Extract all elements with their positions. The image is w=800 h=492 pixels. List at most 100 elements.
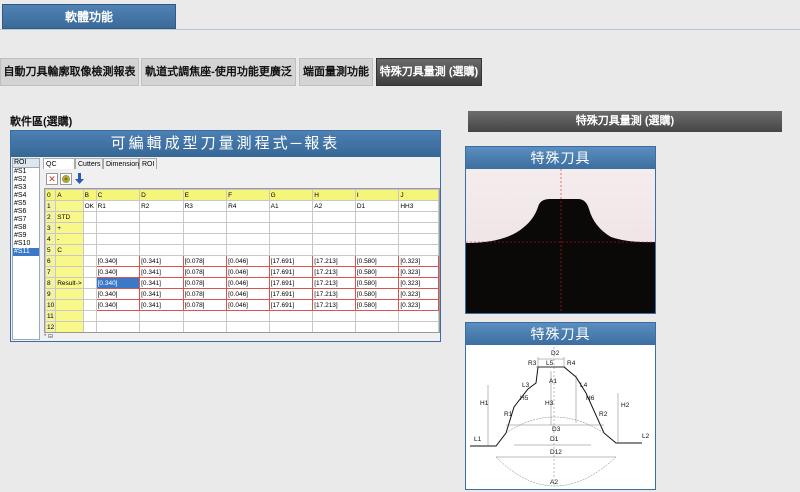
- table-cell[interactable]: STD: [55, 211, 84, 223]
- table-cell[interactable]: [354, 222, 400, 234]
- table-cell[interactable]: [182, 233, 228, 245]
- table-cell[interactable]: [268, 222, 314, 234]
- table-cell[interactable]: [140, 333, 184, 334]
- column-header[interactable]: D: [139, 189, 184, 201]
- table-cell[interactable]: [95, 222, 141, 234]
- table-cell[interactable]: [17.213]: [312, 277, 356, 289]
- column-header[interactable]: H: [312, 189, 356, 201]
- column-header[interactable]: F: [226, 189, 270, 201]
- table-cell[interactable]: [0.078]: [182, 255, 228, 267]
- roi-item[interactable]: #S2: [13, 176, 39, 184]
- table-cell[interactable]: [312, 321, 356, 332]
- table-cell[interactable]: [399, 333, 439, 334]
- table-cell[interactable]: [312, 222, 356, 234]
- table-cell[interactable]: A2: [312, 200, 356, 212]
- table-cell[interactable]: [139, 222, 184, 234]
- table-cell[interactable]: [0.580]: [354, 266, 400, 278]
- table-cell[interactable]: [183, 333, 227, 334]
- table-cell[interactable]: [398, 222, 439, 234]
- row-header[interactable]: 7: [45, 266, 57, 278]
- table-cell[interactable]: [95, 211, 141, 223]
- table-cell[interactable]: [312, 310, 356, 322]
- table-cell[interactable]: [182, 244, 228, 256]
- table-cell[interactable]: [312, 233, 356, 245]
- table-cell[interactable]: [398, 244, 439, 256]
- table-cell[interactable]: [0.078]: [182, 288, 228, 300]
- table-cell[interactable]: [354, 211, 400, 223]
- table-cell[interactable]: [226, 211, 270, 223]
- table-cell[interactable]: [17.213]: [312, 299, 356, 311]
- table-cell[interactable]: [82, 266, 97, 278]
- sheet-scroll-indicator[interactable]: * ⊟: [44, 334, 74, 340]
- table-cell[interactable]: [0.341]: [139, 299, 184, 311]
- table-cell[interactable]: [17.691]: [268, 277, 314, 289]
- table-cell[interactable]: [268, 310, 314, 322]
- table-cell[interactable]: [83, 333, 96, 334]
- table-cell[interactable]: [82, 288, 97, 300]
- table-cell[interactable]: R2: [139, 200, 184, 212]
- table-cell[interactable]: [55, 299, 84, 311]
- header-tab-software-features[interactable]: 軟體功能: [2, 4, 176, 29]
- table-cell[interactable]: [17.213]: [312, 255, 356, 267]
- table-cell[interactable]: [268, 233, 314, 245]
- table-cell[interactable]: [269, 333, 313, 334]
- table-cell[interactable]: [95, 233, 141, 245]
- row-header[interactable]: 1: [45, 200, 57, 212]
- table-cell[interactable]: [312, 211, 356, 223]
- subtab-qc[interactable]: QC: [43, 158, 75, 169]
- table-cell[interactable]: [313, 333, 356, 334]
- row-header[interactable]: 10: [45, 299, 57, 311]
- table-cell[interactable]: C: [55, 244, 84, 256]
- table-cell[interactable]: [82, 244, 97, 256]
- column-header[interactable]: B: [82, 189, 97, 201]
- table-cell[interactable]: [0.340]: [95, 288, 141, 300]
- table-cell[interactable]: [398, 310, 439, 322]
- result-sheet[interactable]: 0 A B C D E F G H I J 1 OK R1 R2 R3 R4 A1 A2 D1 HH3 2 STD 3 +4-5…: [44, 188, 440, 333]
- tab-end-face-measure[interactable]: 端面量測功能: [299, 58, 373, 86]
- table-cell[interactable]: R4: [226, 200, 270, 212]
- row-header[interactable]: 9: [45, 288, 57, 300]
- table-cell[interactable]: [55, 310, 84, 322]
- table-cell[interactable]: [268, 244, 314, 256]
- subtab-dimension[interactable]: Dimension: [103, 158, 139, 169]
- column-header[interactable]: I: [354, 189, 400, 201]
- table-cell[interactable]: [82, 255, 97, 267]
- table-cell[interactable]: A1: [268, 200, 314, 212]
- refresh-icon[interactable]: [60, 173, 72, 185]
- table-cell[interactable]: [0.580]: [354, 255, 400, 267]
- table-cell[interactable]: [0.078]: [182, 266, 228, 278]
- subtab-roi[interactable]: ROI: [139, 158, 157, 169]
- table-cell[interactable]: [226, 222, 270, 234]
- column-header[interactable]: 0: [45, 189, 57, 201]
- table-cell[interactable]: D1: [354, 200, 400, 212]
- table-cell[interactable]: [0.341]: [139, 277, 184, 289]
- table-cell[interactable]: R3: [182, 200, 228, 212]
- table-cell[interactable]: HH3: [398, 200, 439, 212]
- table-cell[interactable]: [312, 244, 356, 256]
- table-cell[interactable]: [17.691]: [268, 255, 314, 267]
- table-cell[interactable]: [0.323]: [398, 288, 439, 300]
- table-cell[interactable]: [55, 200, 84, 212]
- table-cell[interactable]: Result->: [55, 277, 84, 289]
- table-cell[interactable]: [95, 244, 141, 256]
- roi-item[interactable]: #S6: [13, 208, 39, 216]
- row-header[interactable]: 2: [45, 211, 57, 223]
- close-icon[interactable]: ✕: [46, 173, 58, 185]
- column-header[interactable]: J: [398, 189, 439, 201]
- table-cell[interactable]: [355, 333, 399, 334]
- table-cell[interactable]: [0.046]: [226, 255, 270, 267]
- table-cell[interactable]: [0.340]: [95, 277, 141, 289]
- table-cell[interactable]: [82, 233, 97, 245]
- table-cell[interactable]: [0.340]: [95, 299, 141, 311]
- tab-special-tool-measure[interactable]: 特殊刀具量測 (選購): [376, 58, 482, 86]
- roi-item[interactable]: #S4: [13, 192, 39, 200]
- table-cell[interactable]: [398, 233, 439, 245]
- table-cell[interactable]: [17.213]: [312, 266, 356, 278]
- table-cell[interactable]: [55, 288, 84, 300]
- table-cell[interactable]: [56, 333, 83, 334]
- table-cell[interactable]: [82, 299, 97, 311]
- table-cell[interactable]: [0.046]: [226, 299, 270, 311]
- table-cell[interactable]: [268, 211, 314, 223]
- table-cell[interactable]: -: [55, 233, 84, 245]
- roi-list[interactable]: ROI #S1 #S2 #S3 #S4 #S5 #S6 #S7 #S8 #S9 …: [12, 158, 40, 340]
